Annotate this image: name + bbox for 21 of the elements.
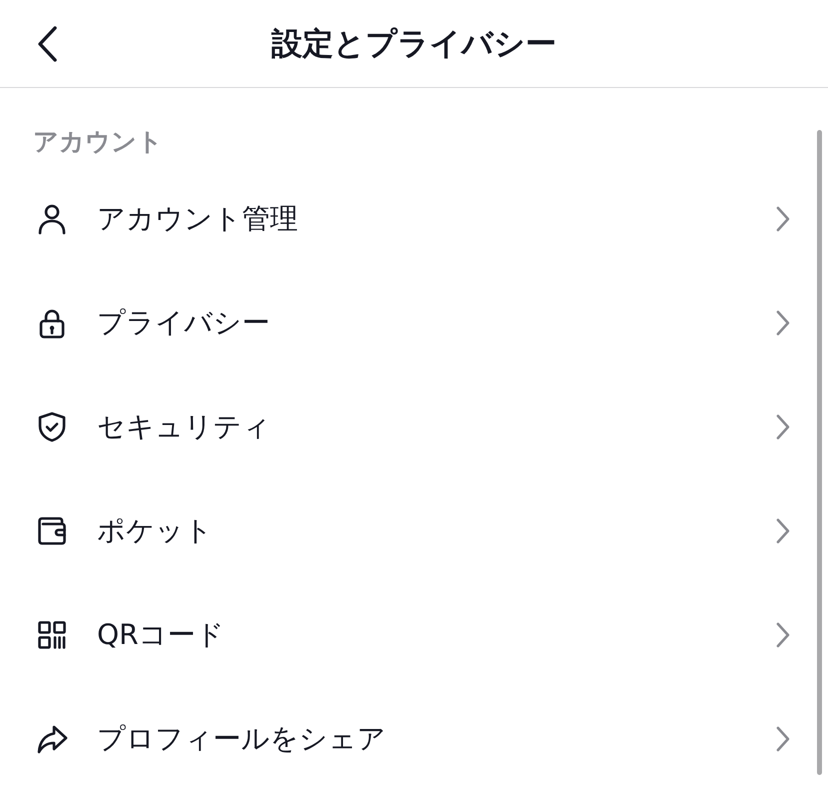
back-chevron-icon	[36, 24, 58, 62]
share-arrow-icon	[36, 723, 68, 755]
settings-row[interactable]: セキュリティ	[0, 375, 828, 479]
settings-row[interactable]: ポケット	[0, 479, 828, 583]
scrollbar-thumb[interactable]	[817, 130, 822, 775]
shield-check-icon	[36, 411, 68, 443]
settings-row[interactable]: QRコード	[0, 583, 828, 687]
chevron-right-icon	[776, 206, 790, 232]
chevron-right-icon	[776, 726, 790, 752]
chevron-right-icon	[776, 310, 790, 336]
chevron-right-icon	[776, 622, 790, 648]
settings-row[interactable]: アカウント管理	[0, 167, 828, 271]
page-title: 設定とプライバシー	[272, 24, 556, 64]
chevron-right-icon	[776, 518, 790, 544]
settings-row[interactable]: プライバシー	[0, 271, 828, 375]
wallet-icon	[36, 515, 68, 547]
person-icon	[36, 203, 68, 235]
section-heading: アカウント	[33, 127, 163, 157]
qr-code-icon	[36, 619, 68, 651]
chevron-right-icon	[776, 414, 790, 440]
settings-row[interactable]: プロフィールをシェア	[0, 687, 828, 791]
